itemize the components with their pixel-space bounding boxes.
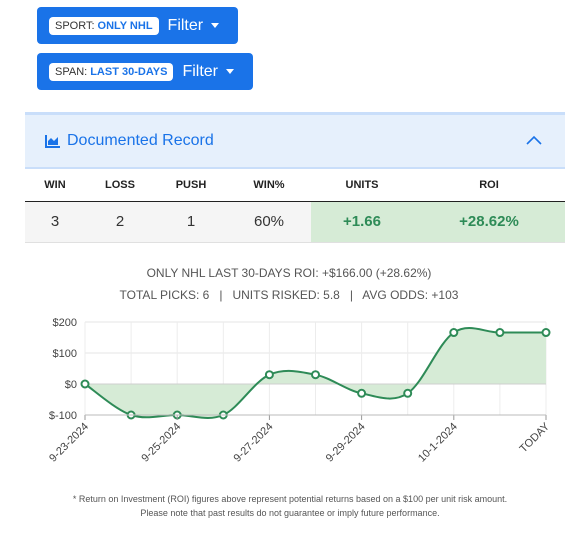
y-tick-label: $0 [65, 379, 77, 391]
span-filter-pill: SPAN: LAST 30-DAYS [49, 62, 174, 81]
y-tick-label: $200 [53, 317, 77, 329]
col-win: WIN [25, 170, 85, 202]
y-tick-label: $100 [53, 348, 77, 360]
data-point [403, 388, 413, 398]
area-chart-icon [45, 135, 60, 148]
caret-down-icon [211, 23, 220, 28]
x-tick-label: TODAY [518, 420, 553, 455]
push-value: 1 [155, 201, 227, 243]
sport-filter-key: SPORT: [55, 19, 95, 32]
record-header-row: WIN LOSS PUSH WIN% UNITS ROI [25, 170, 565, 202]
caret-down-icon [226, 69, 234, 74]
roi-value: +28.62% [413, 201, 565, 243]
span-filter-button[interactable]: SPAN: LAST 30-DAYS Filter [37, 53, 253, 90]
record-title: Documented Record [67, 132, 214, 149]
col-win-pct: WIN% [227, 170, 311, 202]
units-value: +1.66 [311, 201, 413, 243]
documented-record-header[interactable]: Documented Record [25, 112, 565, 169]
roi-summary: ONLY NHL LAST 30-DAYS ROI: +$166.00 (+28… [146, 266, 432, 280]
span-filter-value: LAST 30-DAYS [90, 65, 168, 78]
y-tick-label: $-100 [49, 410, 77, 422]
data-point [311, 370, 320, 380]
col-roi: ROI [413, 170, 565, 202]
data-point [495, 328, 505, 338]
win-value: 3 [25, 201, 85, 243]
record-table: WIN LOSS PUSH WIN% UNITS ROI 3 2 1 60% +… [25, 170, 565, 243]
x-tick-label: 10-1-2024 [416, 421, 460, 465]
roi-chart: $200 $100 $0 $-1009-23-2024 9-25-2024 9-27-20… [47, 317, 553, 465]
x-tick-label: 9-23-2024 [47, 421, 91, 465]
table-row: 3 2 1 60% +1.66 +28.62% [25, 201, 565, 243]
win-pct-value: 60% [227, 201, 311, 243]
data-point [449, 328, 459, 338]
loss-value: 2 [85, 201, 155, 243]
span-filter-label: Filter [182, 62, 218, 80]
data-point [80, 379, 90, 389]
col-units: UNITS [311, 170, 413, 202]
sport-filter-pill: SPORT: ONLY NHL [49, 16, 159, 35]
data-point [541, 328, 551, 338]
col-push: PUSH [155, 170, 227, 202]
chevron-up-icon[interactable] [525, 134, 543, 146]
x-tick-label: 9-29-2024 [324, 421, 368, 465]
sport-filter-value: ONLY NHL [97, 19, 153, 32]
disclaimer-text: * Return on Investment (ROI) figures abo… [72, 494, 508, 518]
sport-filter-label: Filter [167, 16, 204, 34]
sport-filter-button[interactable]: SPORT: ONLY NHL Filter [37, 7, 238, 44]
span-filter-key: SPAN: [55, 65, 88, 78]
x-tick-label: 9-27-2024 [232, 421, 276, 465]
data-point [264, 370, 274, 380]
data-point [357, 388, 367, 398]
picks-summary: TOTAL PICKS: 6 | UNITS RISKED: 5.8 | AVG… [119, 288, 459, 302]
x-tick-label: 9-25-2024 [139, 421, 183, 465]
col-loss: LOSS [85, 170, 155, 202]
